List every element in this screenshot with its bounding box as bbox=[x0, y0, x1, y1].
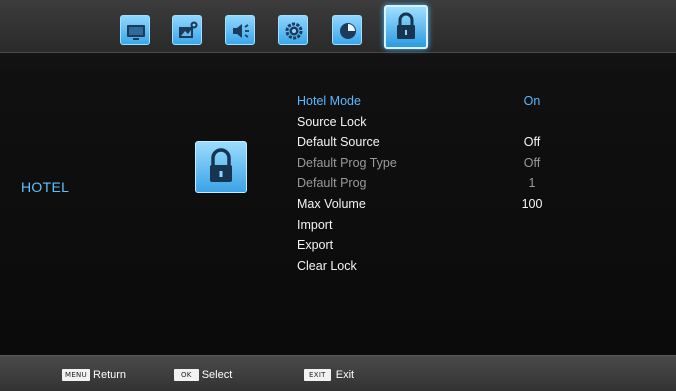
section-icon bbox=[195, 141, 247, 193]
menu-item-import[interactable]: Import bbox=[297, 216, 557, 237]
menu-item-label: Export bbox=[297, 238, 334, 253]
menu-item-label: Source Lock bbox=[297, 114, 367, 129]
menu-item-label: Hotel Mode bbox=[297, 94, 361, 108]
menu-item-default-prog: Default Prog 1 bbox=[297, 174, 557, 195]
menu-item-default-source[interactable]: Default Source Off bbox=[297, 133, 557, 154]
menu-item-max-volume[interactable]: Max Volume 100 bbox=[297, 195, 557, 216]
exit-key: EXIT bbox=[304, 369, 331, 381]
tab-picture[interactable] bbox=[120, 15, 150, 45]
hint-exit[interactable]: EXIT Exit bbox=[304, 368, 354, 382]
hint-return[interactable]: MENU Return bbox=[62, 368, 126, 382]
menu-item-source-lock[interactable]: Source Lock bbox=[297, 113, 557, 134]
tab-setup[interactable] bbox=[278, 15, 308, 45]
tab-time[interactable] bbox=[332, 15, 362, 45]
menu-item-value: Off bbox=[523, 155, 541, 170]
hint-label: Return bbox=[93, 369, 127, 381]
tv-icon bbox=[127, 25, 145, 40]
menu-tab-bar bbox=[0, 0, 676, 53]
tab-sound[interactable] bbox=[225, 15, 255, 45]
lock-icon bbox=[397, 12, 415, 39]
hotel-menu: Hotel Mode On Source Lock Default Source… bbox=[297, 92, 557, 277]
tab-image-settings[interactable] bbox=[172, 15, 202, 45]
speaker-icon bbox=[233, 24, 249, 38]
tv-osd-screen: HOTEL Hotel Mode On Source Lock Default … bbox=[0, 0, 676, 391]
menu-item-label: Default Source bbox=[297, 135, 380, 150]
menu-item-export[interactable]: Export bbox=[297, 236, 557, 257]
gear-icon bbox=[285, 22, 303, 40]
ok-key: OK bbox=[174, 369, 199, 381]
menu-item-label: Default Prog Type bbox=[297, 155, 397, 170]
menu-item-label: Import bbox=[297, 217, 333, 232]
clock-icon bbox=[340, 23, 356, 39]
section-title: HOTEL bbox=[21, 179, 70, 195]
menu-item-clear-lock[interactable]: Clear Lock bbox=[297, 257, 557, 278]
image-settings-icon bbox=[179, 21, 198, 38]
menu-item-default-prog-type: Default Prog Type Off bbox=[297, 154, 557, 175]
menu-item-value: On bbox=[523, 94, 541, 108]
hint-select[interactable]: OK Select bbox=[174, 368, 232, 382]
menu-item-label: Clear Lock bbox=[297, 258, 357, 273]
hint-label: Exit bbox=[335, 369, 355, 381]
tab-lock[interactable] bbox=[384, 5, 428, 49]
menu-item-value: 100 bbox=[521, 196, 543, 211]
menu-item-value: Off bbox=[523, 135, 541, 150]
menu-key: MENU bbox=[62, 369, 91, 381]
menu-item-label: Max Volume bbox=[297, 196, 366, 211]
menu-item-label: Default Prog bbox=[297, 176, 367, 191]
lock-icon bbox=[210, 148, 232, 182]
menu-item-value: 1 bbox=[528, 176, 536, 191]
menu-item-hotel-mode[interactable]: Hotel Mode On bbox=[297, 92, 557, 113]
hint-label: Select bbox=[201, 369, 233, 381]
key-hint-bar: MENU Return OK Select EXIT Exit bbox=[0, 355, 676, 391]
